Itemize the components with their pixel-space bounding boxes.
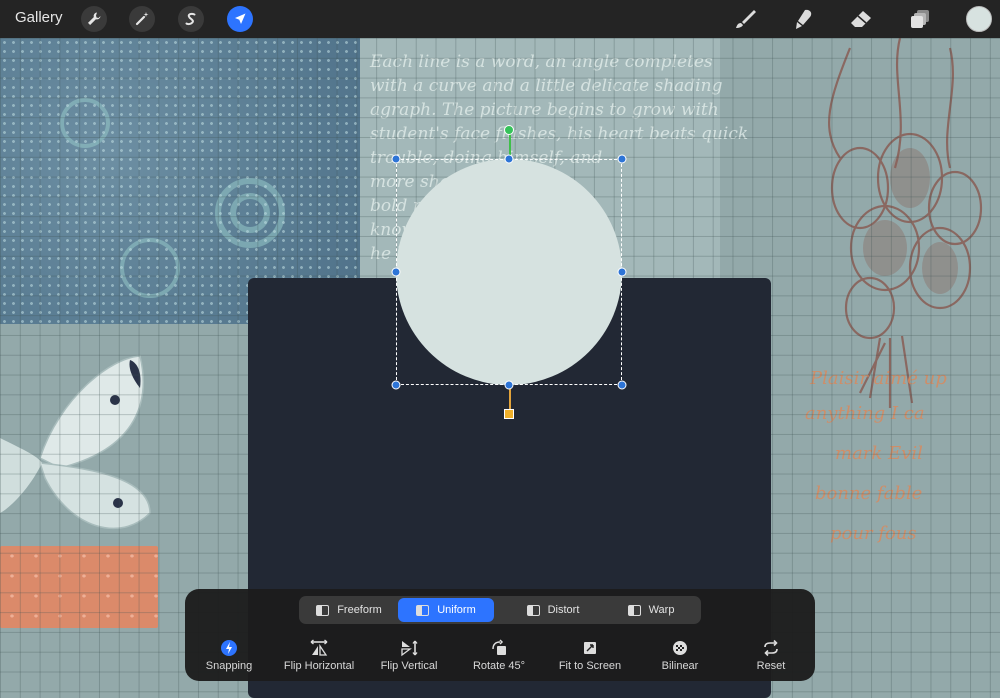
rotate-45-button[interactable]: Rotate 45° [451, 639, 547, 672]
script-line: pour fous [830, 523, 917, 544]
rotation-handle[interactable] [504, 125, 514, 135]
magic-wand-icon [135, 12, 149, 26]
adjustments-button[interactable] [129, 6, 155, 32]
top-toolbar: Gallery [0, 0, 1000, 38]
brush-tool-button[interactable] [732, 7, 758, 31]
snapping-icon [221, 640, 237, 656]
color-picker-button[interactable] [966, 6, 992, 32]
transform-toolbar: Freeform Uniform Distort Warp Snapping F… [185, 589, 815, 681]
uniform-icon [416, 604, 430, 616]
action-label: Snapping [205, 660, 253, 672]
warp-icon [627, 604, 641, 616]
mode-label: Warp [648, 604, 675, 616]
handle-top-left[interactable] [391, 154, 401, 164]
anchor-handle[interactable] [504, 409, 514, 419]
butterfly-illustration [0, 355, 151, 529]
brush-icon [736, 10, 756, 28]
bounding-box [396, 159, 622, 385]
text-line: agraph. The picture begins to grow with [370, 100, 719, 120]
reset-icon [764, 639, 778, 657]
fit-to-screen-icon [584, 642, 596, 654]
transform-mode-selector: Freeform Uniform Distort Warp [299, 596, 701, 624]
layers-icon [911, 10, 929, 28]
mode-freeform-button[interactable]: Freeform [301, 598, 397, 622]
transform-button[interactable] [227, 6, 253, 32]
flip-horizontal-icon [310, 639, 328, 656]
fit-to-screen-button[interactable]: Fit to Screen [542, 639, 638, 672]
mode-distort-button[interactable]: Distort [505, 598, 601, 622]
handle-bottom[interactable] [504, 380, 514, 390]
arrow-cursor-icon [235, 13, 246, 24]
action-label: Reset [756, 660, 786, 672]
mode-warp-button[interactable]: Warp [603, 598, 699, 622]
mode-label: Distort [547, 604, 580, 616]
smudge-icon [796, 9, 812, 29]
text-line: student's face flushes, his heart beats … [370, 124, 749, 144]
smudge-tool-button[interactable] [790, 7, 816, 31]
rotate-icon [492, 639, 506, 655]
flip-vertical-button[interactable]: Flip Vertical [361, 639, 457, 672]
bilinear-button[interactable]: Bilinear [632, 639, 728, 672]
freeform-icon [316, 604, 330, 616]
mode-label: Freeform [337, 604, 382, 616]
handle-top[interactable] [504, 154, 514, 164]
layers-button[interactable] [907, 7, 933, 31]
snapping-button[interactable]: Snapping [181, 639, 277, 672]
eraser-icon [851, 11, 871, 27]
selection-button[interactable] [178, 6, 204, 32]
handle-top-right[interactable] [617, 154, 627, 164]
transform-selection[interactable] [391, 125, 627, 419]
flip-vertical-icon [401, 640, 418, 657]
selection-s-icon [185, 12, 196, 26]
script-line: Plaisir aimé up [810, 368, 947, 389]
handle-bottom-right[interactable] [617, 380, 627, 390]
mode-label: Uniform [437, 604, 476, 616]
handle-left[interactable] [391, 267, 401, 277]
text-line: with a curve and a little delicate shadi… [370, 76, 723, 96]
script-line: mark Evil [835, 443, 923, 464]
text-line: Each line is a word, an angle completes [370, 52, 713, 72]
bilinear-icon [673, 641, 687, 655]
action-label: Flip Horizontal [283, 660, 355, 672]
flip-horizontal-button[interactable]: Flip Horizontal [271, 639, 367, 672]
wrench-icon [88, 12, 101, 25]
reset-button[interactable]: Reset [723, 639, 819, 672]
orange-paper-strip [0, 546, 158, 628]
action-label: Fit to Screen [558, 660, 622, 672]
distort-icon [526, 604, 540, 616]
handle-bottom-left[interactable] [391, 380, 401, 390]
mode-uniform-button[interactable]: Uniform [398, 598, 494, 622]
action-label: Rotate 45° [472, 660, 526, 672]
action-label: Bilinear [661, 660, 699, 672]
gallery-button[interactable]: Gallery [15, 9, 63, 26]
action-label: Flip Vertical [380, 660, 438, 672]
eraser-tool-button[interactable] [848, 7, 874, 31]
actions-button[interactable] [81, 6, 107, 32]
botanical-illustration [828, 38, 983, 408]
handle-right[interactable] [617, 267, 627, 277]
script-line: bonne fable [815, 483, 923, 504]
script-line: anything I ca [805, 403, 925, 424]
